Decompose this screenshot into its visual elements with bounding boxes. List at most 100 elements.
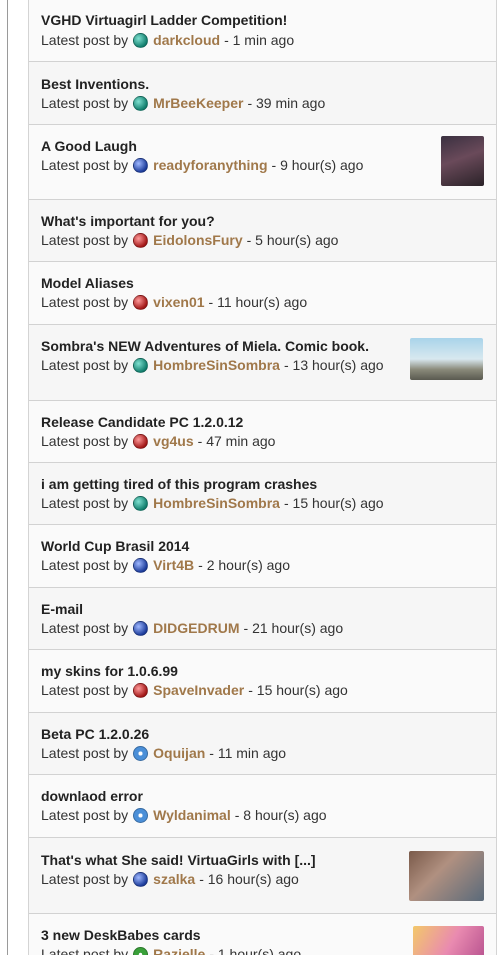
post-row[interactable]: Best Inventions. Latest post by MrBeeKee… [29, 62, 496, 125]
latest-post-by-label: Latest post by [41, 95, 129, 111]
teal-globe-icon [133, 32, 149, 48]
username-link[interactable]: Oquijan [153, 745, 205, 761]
cards-thumbnail[interactable] [413, 926, 484, 955]
post-row[interactable]: downlaod error Latest post by Wyldanimal… [29, 775, 496, 838]
post-time: - 15 hour(s) ago [283, 495, 384, 511]
post-meta: Latest post by Razielle - 1 hour(s) ago [41, 946, 301, 955]
post-time: - 15 hour(s) ago [248, 682, 348, 698]
post-time: - 1 hour(s) ago [209, 946, 302, 955]
post-row[interactable]: VGHD Virtuagirl Ladder Competition! Late… [29, 0, 496, 62]
red-globe-icon [133, 232, 149, 248]
post-meta: Latest post by HombreSinSombra - 13 hour… [41, 357, 384, 373]
post-title-link[interactable]: Best Inventions. [41, 76, 149, 92]
latest-post-by-label: Latest post by [41, 433, 129, 449]
post-time: - 5 hour(s) ago [246, 232, 339, 248]
blue-star-icon [133, 807, 149, 823]
latest-post-by-label: Latest post by [41, 232, 129, 248]
post-meta: Latest post by MrBeeKeeper - 39 min ago [41, 95, 325, 111]
teal-globe-icon [133, 357, 149, 373]
post-meta: Latest post by EidolonsFury - 5 hour(s) … [41, 232, 338, 248]
latest-post-by-label: Latest post by [41, 357, 129, 373]
username-link[interactable]: DIDGEDRUM [153, 620, 239, 636]
post-title-link[interactable]: Sombra's NEW Adventures of Miela. Comic … [41, 338, 369, 354]
post-row[interactable]: Sombra's NEW Adventures of Miela. Comic … [29, 325, 496, 401]
post-row[interactable]: That's what She said! VirtuaGirls with [… [29, 838, 496, 914]
latest-posts-list: VGHD Virtuagirl Ladder Competition! Late… [28, 0, 497, 955]
post-row[interactable]: Model Aliases Latest post by vixen01 - 1… [29, 262, 496, 325]
latest-post-by-label: Latest post by [41, 32, 129, 48]
tv-show-thumbnail[interactable] [409, 851, 484, 901]
post-meta: Latest post by HombreSinSombra - 15 hour… [41, 495, 384, 511]
comic-thumbnail[interactable] [410, 338, 483, 380]
post-meta: Latest post by szalka - 16 hour(s) ago [41, 871, 299, 887]
post-title-link[interactable]: What's important for you? [41, 213, 215, 229]
username-link[interactable]: EidolonsFury [153, 232, 242, 248]
post-title-link[interactable]: Beta PC 1.2.0.26 [41, 726, 149, 742]
post-meta: Latest post by SpaveInvader - 15 hour(s)… [41, 682, 348, 698]
post-title-link[interactable]: downlaod error [41, 788, 143, 804]
latest-post-by-label: Latest post by [41, 745, 129, 761]
post-row[interactable]: E-mail Latest post by DIDGEDRUM - 21 hou… [29, 588, 496, 650]
post-meta: Latest post by vixen01 - 11 hour(s) ago [41, 294, 307, 310]
teal-globe-icon [133, 495, 149, 511]
latest-post-by-label: Latest post by [41, 495, 129, 511]
blue-star-icon [133, 745, 149, 761]
post-time: - 16 hour(s) ago [199, 871, 299, 887]
post-time: - 21 hour(s) ago [243, 620, 344, 636]
post-title-link[interactable]: my skins for 1.0.6.99 [41, 663, 178, 679]
username-link[interactable]: Virt4B [153, 557, 194, 573]
latest-post-by-label: Latest post by [41, 157, 129, 173]
post-time: - 2 hour(s) ago [198, 557, 290, 573]
username-link[interactable]: vixen01 [153, 294, 204, 310]
post-title-link[interactable]: VGHD Virtuagirl Ladder Competition! [41, 12, 287, 28]
latest-post-by-label: Latest post by [41, 807, 129, 823]
post-row[interactable]: Beta PC 1.2.0.26 Latest post by Oquijan … [29, 713, 496, 775]
username-link[interactable]: szalka [153, 871, 195, 887]
username-link[interactable]: Wyldanimal [153, 807, 231, 823]
post-title-link[interactable]: That's what She said! VirtuaGirls with [… [41, 852, 316, 868]
post-title-link[interactable]: A Good Laugh [41, 138, 137, 154]
red-globe-icon [133, 682, 149, 698]
latest-post-by-label: Latest post by [41, 620, 129, 636]
post-time: - 11 hour(s) ago [208, 294, 308, 310]
post-time: - 9 hour(s) ago [271, 157, 364, 173]
username-link[interactable]: Razielle [153, 946, 205, 955]
post-time: - 8 hour(s) ago [234, 807, 327, 823]
post-meta: Latest post by Virt4B - 2 hour(s) ago [41, 557, 290, 573]
post-meta: Latest post by vg4us - 47 min ago [41, 433, 275, 449]
latest-post-by-label: Latest post by [41, 682, 129, 698]
post-row[interactable]: Release Candidate PC 1.2.0.12 Latest pos… [29, 401, 496, 463]
username-link[interactable]: MrBeeKeeper [153, 95, 243, 111]
username-link[interactable]: darkcloud [153, 32, 220, 48]
latest-post-by-label: Latest post by [41, 871, 129, 887]
post-row[interactable]: A Good Laugh Latest post by readyforanyt… [29, 125, 496, 200]
post-row[interactable]: my skins for 1.0.6.99 Latest post by Spa… [29, 650, 496, 713]
meme-thumbnail[interactable] [441, 136, 484, 186]
post-title-link[interactable]: Model Aliases [41, 275, 134, 291]
latest-post-by-label: Latest post by [41, 557, 129, 573]
post-row[interactable]: World Cup Brasil 2014 Latest post by Vir… [29, 525, 496, 588]
username-link[interactable]: SpaveInvader [153, 682, 244, 698]
blue-globe-icon [133, 557, 149, 573]
post-title-link[interactable]: 3 new DeskBabes cards [41, 927, 201, 943]
post-time: - 13 hour(s) ago [283, 357, 384, 373]
post-meta: Latest post by Wyldanimal - 8 hour(s) ag… [41, 807, 327, 823]
post-meta: Latest post by readyforanything - 9 hour… [41, 157, 363, 173]
username-link[interactable]: HombreSinSombra [153, 495, 280, 511]
post-title-link[interactable]: E-mail [41, 601, 83, 617]
username-link[interactable]: readyforanything [153, 157, 267, 173]
post-row[interactable]: What's important for you? Latest post by… [29, 200, 496, 262]
post-time: - 47 min ago [197, 433, 276, 449]
post-time: - 1 min ago [224, 32, 295, 48]
post-row[interactable]: i am getting tired of this program crash… [29, 463, 496, 525]
post-title-link[interactable]: World Cup Brasil 2014 [41, 538, 189, 554]
username-link[interactable]: vg4us [153, 433, 193, 449]
blue-globe-icon [133, 871, 149, 887]
latest-post-by-label: Latest post by [41, 294, 129, 310]
post-title-link[interactable]: i am getting tired of this program crash… [41, 476, 317, 492]
red-globe-icon [133, 294, 149, 310]
post-row[interactable]: 3 new DeskBabes cards Latest post by Raz… [29, 914, 496, 955]
username-link[interactable]: HombreSinSombra [153, 357, 280, 373]
post-title-link[interactable]: Release Candidate PC 1.2.0.12 [41, 414, 243, 430]
post-meta: Latest post by Oquijan - 11 min ago [41, 745, 286, 761]
